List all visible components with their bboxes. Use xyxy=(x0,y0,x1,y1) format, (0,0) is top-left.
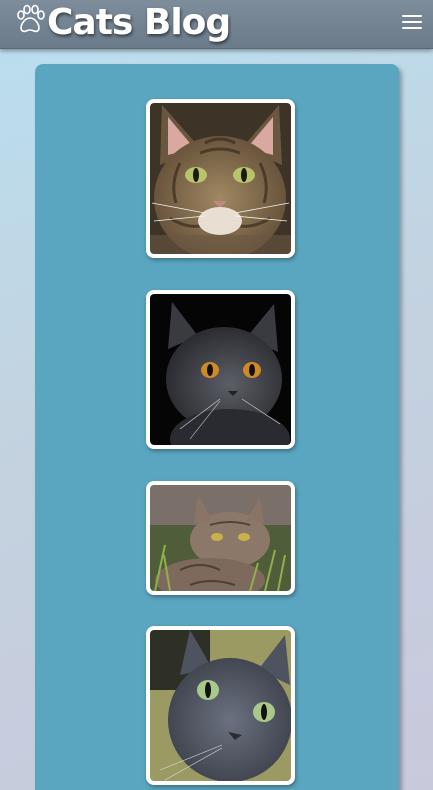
tabby-cat-photo[interactable] xyxy=(146,99,295,258)
paw-print-icon[interactable] xyxy=(14,4,46,36)
gray-cat-green-eyes-photo[interactable] xyxy=(146,626,295,785)
tabby-cat-in-grass-photo[interactable] xyxy=(146,481,295,595)
gallery-panel xyxy=(35,64,399,790)
site-header: Cats Blog xyxy=(0,0,433,49)
hamburger-menu-icon[interactable] xyxy=(401,8,423,38)
gray-cat-dark-background-photo[interactable] xyxy=(146,290,295,449)
site-title[interactable]: Cats Blog xyxy=(47,0,231,47)
